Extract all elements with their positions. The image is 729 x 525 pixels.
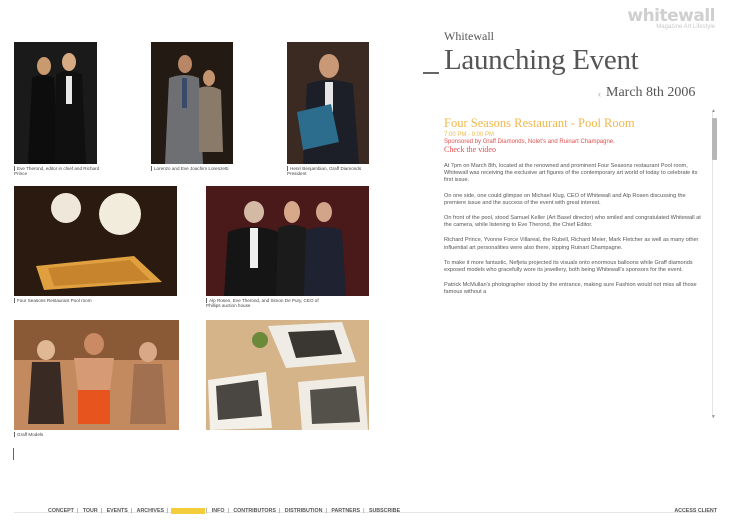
photo-magazine-table[interactable] bbox=[206, 320, 369, 430]
nav-distribution[interactable]: DISTRIBUTION bbox=[283, 508, 325, 514]
photo-eve-richard[interactable] bbox=[14, 42, 97, 164]
nav-archives[interactable]: ARCHIVES bbox=[135, 508, 166, 514]
header-dash bbox=[423, 72, 439, 74]
event-time: 7:00 PM - 9:00 PM bbox=[444, 132, 495, 138]
article-paragraph: To make it more fantastic, Nefjeta proje… bbox=[444, 259, 693, 274]
scroll-down-icon[interactable]: ▼ bbox=[711, 414, 716, 420]
text-cursor bbox=[13, 448, 14, 460]
chevron-left-icon[interactable]: ‹ bbox=[598, 89, 601, 99]
page-title: Launching Event bbox=[444, 44, 639, 76]
article-body: Four Seasons Restaurant - Pool Room 7:00… bbox=[444, 116, 704, 416]
brand-logo[interactable]: whitewall Magazine Art Lifestyle bbox=[627, 6, 715, 30]
nav-active[interactable]: EVENTS bbox=[170, 508, 205, 514]
nav-info[interactable]: INFO bbox=[210, 508, 227, 514]
article-paragraph: Richard Prince, Yvonne Force Villareal, … bbox=[444, 237, 699, 251]
event-date: March 8th 2006 bbox=[606, 85, 696, 100]
photo-lorenzo-eve[interactable] bbox=[151, 42, 233, 164]
photo-caption: Four Seasons Restaurant Pool room bbox=[14, 298, 184, 303]
nav-subscribe[interactable]: SUBSCRIBE bbox=[367, 508, 402, 514]
photo-graff-models[interactable] bbox=[14, 320, 179, 430]
article-paragraph: On one side, one could glimpse on Michae… bbox=[444, 192, 686, 206]
event-meta: 7:00 PM - 9:00 PM Sponsored by Graff Dia… bbox=[444, 132, 704, 155]
photo-caption: Graff Models bbox=[14, 432, 134, 437]
nav-events[interactable]: EVENTS bbox=[105, 508, 130, 514]
article-paragraph: At 7pm on March 8th, located at the reno… bbox=[444, 163, 698, 184]
article-paragraph: Patrick McMullan's photographer stood by… bbox=[444, 282, 697, 296]
article-paragraph: On front of the pool, stood Samuel Kelle… bbox=[444, 215, 701, 229]
scrollbar-thumb[interactable] bbox=[712, 118, 717, 160]
check-video-link[interactable]: Check the video bbox=[444, 145, 496, 154]
photo-alp-eve-simon[interactable] bbox=[206, 186, 369, 296]
photo-pool-room[interactable] bbox=[14, 186, 177, 296]
bottom-nav: CONCEPT | TOUR | EVENTS | ARCHIVES | EVENTS |… bbox=[0, 508, 729, 518]
photo-caption: Henri Benjambian, Graff Diamonds Preside… bbox=[287, 166, 362, 177]
photo-henri[interactable] bbox=[287, 42, 369, 164]
nav-contributors[interactable]: CONTRIBUTORS bbox=[231, 508, 278, 514]
nav-concept[interactable]: CONCEPT bbox=[46, 508, 76, 514]
photo-caption: Lorenzo and Eve Joachim Lorenzetti bbox=[151, 166, 233, 171]
magazine-label: Whitewall bbox=[444, 29, 494, 43]
access-client-link[interactable]: ACCESS CLIENT bbox=[674, 508, 717, 514]
venue-heading: Four Seasons Restaurant - Pool Room bbox=[444, 116, 635, 130]
brand-name: whitewall bbox=[627, 6, 715, 26]
nav-partners[interactable]: PARTNERS bbox=[329, 508, 362, 514]
photo-caption: Alp Rosen, Eve Therond, and Simon De Pur… bbox=[206, 298, 319, 309]
photo-caption: Eve Therond, editor in chief and Richard… bbox=[14, 166, 100, 177]
nav-tour[interactable]: TOUR bbox=[81, 508, 100, 514]
